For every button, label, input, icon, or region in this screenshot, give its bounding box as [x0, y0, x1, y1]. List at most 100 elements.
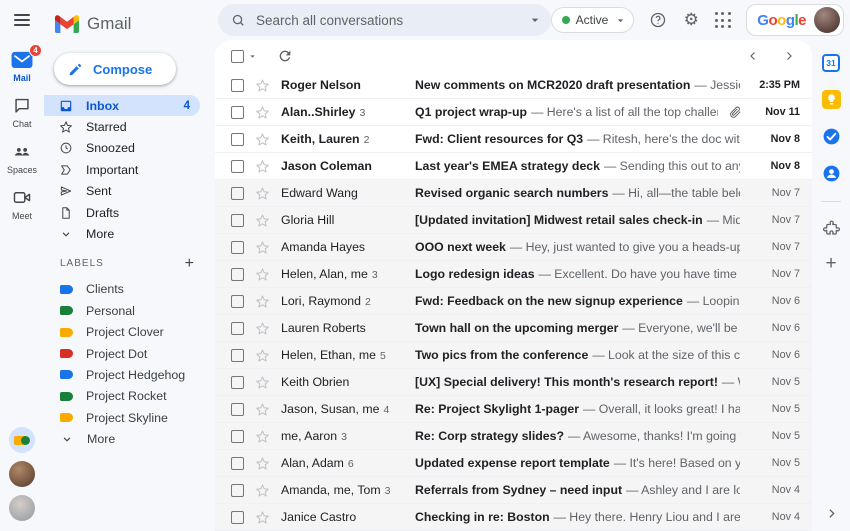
star-icon[interactable] [255, 132, 270, 147]
label-item-project-dot[interactable]: Project Dot [44, 343, 210, 364]
row-checkbox[interactable] [231, 510, 244, 524]
labels-more[interactable]: More [44, 428, 210, 449]
row-checkbox[interactable] [231, 159, 244, 173]
rail-item-mail[interactable]: 4 Mail [10, 44, 42, 83]
email-row[interactable]: Alan, Adam 6 Updated expense report templa… [215, 450, 812, 477]
contact-avatar-1[interactable] [9, 461, 35, 487]
email-row[interactable]: Amanda, me, Tom 3 Referrals from Sydney – … [215, 477, 812, 504]
star-icon[interactable] [255, 240, 270, 255]
email-row[interactable]: Jason, Susan, me 4 Re: Project Skylight 1-… [215, 396, 812, 423]
row-checkbox[interactable] [231, 429, 244, 443]
email-row[interactable]: Keith, Lauren 2 Fwd: Client resources for … [215, 126, 812, 153]
select-all-checkbox[interactable] [231, 49, 244, 63]
email-row[interactable]: Edward Wang Revised organic search number… [215, 180, 812, 207]
label-item-project-rocket[interactable]: Project Rocket [44, 386, 210, 407]
get-addons-plus-icon[interactable]: + [825, 254, 836, 273]
row-checkbox[interactable] [231, 483, 244, 497]
sidebar-item-more[interactable]: More [44, 223, 200, 244]
sidebar-item-starred[interactable]: Starred [44, 116, 200, 137]
email-row[interactable]: Lori, Raymond 2 Fwd: Feedback on the new s… [215, 288, 812, 315]
star-icon[interactable] [255, 267, 270, 282]
settings-gear-icon[interactable]: ⚙ [682, 11, 700, 29]
star-icon[interactable] [255, 159, 270, 174]
label-item-project-skyline[interactable]: Project Skyline [44, 407, 210, 428]
sidebar-item-drafts[interactable]: Drafts [44, 202, 200, 223]
select-caret-icon[interactable] [246, 50, 259, 63]
calendar-icon[interactable]: 31 [822, 54, 840, 72]
star-icon[interactable] [255, 321, 270, 336]
sidebar-item-snoozed[interactable]: Snoozed [44, 138, 200, 159]
contacts-icon[interactable] [822, 164, 841, 183]
star-icon[interactable] [255, 105, 270, 120]
search-input[interactable] [256, 12, 517, 28]
compose-button[interactable]: Compose [54, 53, 176, 85]
label-item-project-hedgehog[interactable]: Project Hedgehog [44, 364, 210, 385]
label-item-personal[interactable]: Personal [44, 300, 210, 321]
star-icon[interactable] [255, 510, 270, 525]
email-row[interactable]: Keith Obrien [UX] Special delivery! This … [215, 369, 812, 396]
row-checkbox[interactable] [231, 402, 244, 416]
email-row[interactable]: Gloria Hill [Updated invitation] Midwest … [215, 207, 812, 234]
email-row[interactable]: Helen, Alan, me 3 Logo redesign ideas — Exc… [215, 261, 812, 288]
email-row[interactable]: Alan..Shirley 3 Q1 project wrap-up — Here's… [215, 99, 812, 126]
collapse-panel-icon[interactable] [824, 506, 839, 521]
row-checkbox[interactable] [231, 78, 244, 92]
sidebar-item-inbox[interactable]: Inbox 4 [44, 95, 200, 117]
email-row[interactable]: Jason Coleman Last year's EMEA strategy d… [215, 153, 812, 180]
addons-puzzle-icon[interactable] [822, 219, 841, 238]
row-checkbox[interactable] [231, 213, 244, 227]
star-icon[interactable] [255, 375, 270, 390]
app-shortcut-avatar[interactable] [9, 427, 35, 453]
label-item-project-clover[interactable]: Project Clover [44, 322, 210, 343]
contact-avatar-2[interactable] [9, 495, 35, 521]
email-row[interactable]: Roger Nelson New comments on MCR2020 draf… [215, 72, 812, 99]
rail-item-chat[interactable]: Chat [10, 96, 34, 129]
tasks-icon[interactable] [822, 127, 841, 146]
search-bar[interactable] [218, 4, 551, 36]
row-checkbox[interactable] [231, 294, 244, 308]
star-icon[interactable] [255, 213, 270, 228]
help-icon[interactable] [649, 11, 667, 29]
label-item-clients[interactable]: Clients [44, 279, 210, 300]
keep-icon[interactable] [821, 90, 841, 109]
profile-avatar[interactable] [814, 7, 840, 33]
older-page-icon[interactable] [782, 49, 796, 63]
star-icon[interactable] [255, 402, 270, 417]
row-checkbox[interactable] [231, 267, 244, 281]
apps-grid-icon[interactable] [715, 12, 731, 28]
email-row[interactable]: Janice Castro Checking in re: Boston — Hey… [215, 504, 812, 531]
email-row[interactable]: Amanda Hayes OOO next week — Hey, just wan… [215, 234, 812, 261]
star-icon[interactable] [255, 78, 270, 93]
star-icon[interactable] [255, 186, 270, 201]
sidebar-item-important[interactable]: Important [44, 159, 200, 180]
row-checkbox[interactable] [231, 321, 244, 335]
star-icon [59, 120, 73, 134]
create-label-button[interactable]: + [185, 255, 194, 271]
star-icon[interactable] [255, 429, 270, 444]
search-options-caret-icon[interactable] [527, 12, 543, 28]
email-row[interactable]: me, Aaron 3 Re: Corp strategy slides? — Awe… [215, 423, 812, 450]
select-all-control[interactable] [231, 49, 259, 63]
row-checkbox[interactable] [231, 105, 244, 119]
row-checkbox[interactable] [231, 456, 244, 470]
refresh-icon[interactable] [277, 48, 293, 64]
star-icon[interactable] [255, 483, 270, 498]
star-icon[interactable] [255, 348, 270, 363]
sender-name: Janice Castro [281, 510, 357, 524]
email-row[interactable]: Lauren Roberts Town hall on the upcoming … [215, 315, 812, 342]
main-menu-button[interactable] [14, 14, 30, 26]
newer-page-icon[interactable] [746, 49, 760, 63]
row-checkbox[interactable] [231, 186, 244, 200]
row-checkbox[interactable] [231, 348, 244, 362]
status-selector[interactable]: Active [550, 7, 635, 33]
row-checkbox[interactable] [231, 132, 244, 146]
google-account-chip[interactable]: Google [746, 4, 844, 36]
rail-item-spaces[interactable]: Spaces [7, 142, 37, 175]
star-icon[interactable] [255, 456, 270, 471]
row-checkbox[interactable] [231, 240, 244, 254]
rail-item-meet[interactable]: Meet [10, 188, 34, 221]
sidebar-item-sent[interactable]: Sent [44, 181, 200, 202]
email-row[interactable]: Helen, Ethan, me 5 Two pics from the confe… [215, 342, 812, 369]
star-icon[interactable] [255, 294, 270, 309]
row-checkbox[interactable] [231, 375, 244, 389]
